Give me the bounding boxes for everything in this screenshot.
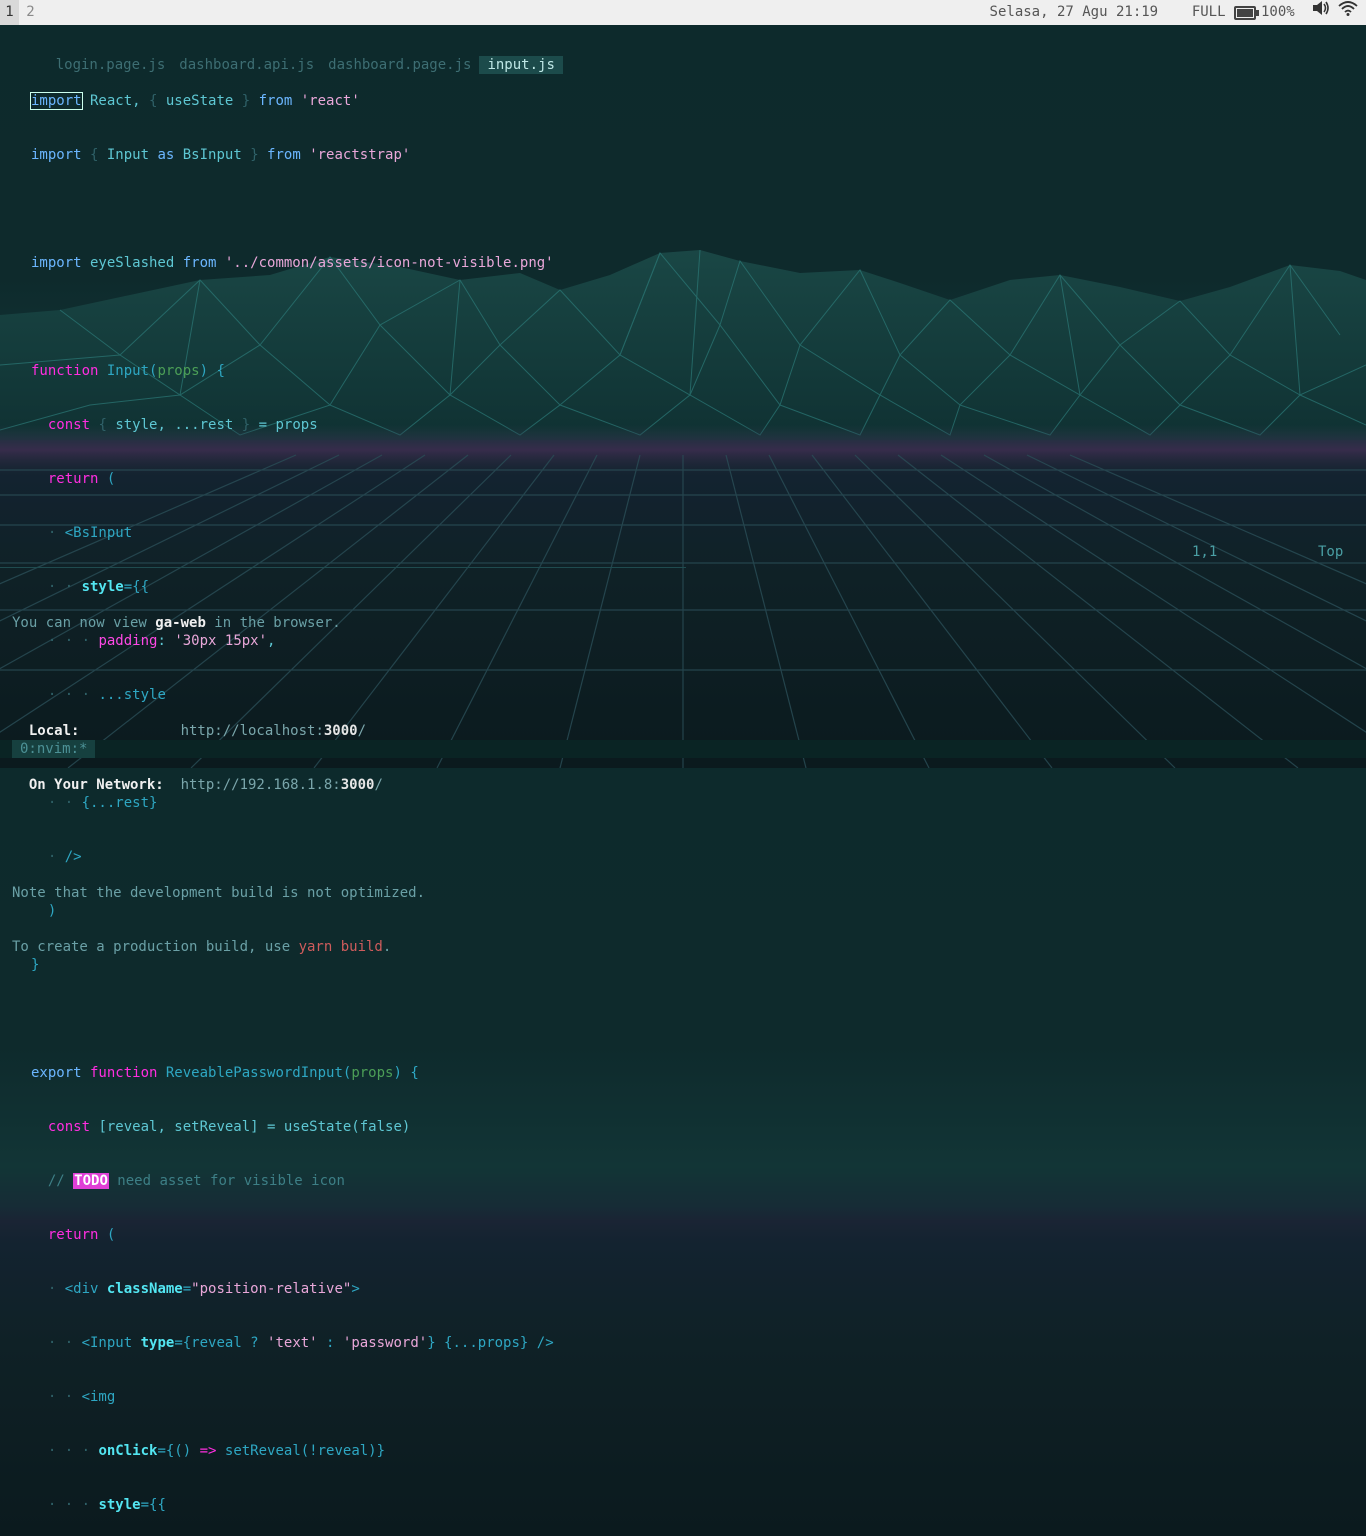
top-status-bar: 1 2 Selasa, 27 Agu 21:19 FULL 100% <box>0 0 1366 25</box>
workspace-1-button[interactable]: 1 <box>0 0 19 25</box>
tmux-window-tab[interactable]: 0:nvim:* <box>12 740 96 758</box>
scroll-position: Top <box>1318 544 1344 560</box>
code-line: const { style, ...rest } = props <box>47 417 318 433</box>
terminal-line: You can now view ga-web in the browser. <box>12 615 341 631</box>
battery-icon <box>1233 5 1259 20</box>
pane-divider <box>0 567 686 568</box>
terminal-line: To create a production build, use yarn b… <box>12 939 392 955</box>
nvim-editor[interactable]: login.page.js dashboard.api.js dashboard.p… <box>0 25 1366 1513</box>
terminal-line: Local: http://localhost:3000/ <box>12 723 367 739</box>
code-line: · · · onClick={() => setReveal(!reveal)} <box>47 1443 386 1459</box>
buffer-tabline: login.page.js dashboard.api.js dashboard.p… <box>22 38 573 74</box>
code-line: function Input(props) { <box>31 363 225 379</box>
tmux-status-bar: 0:nvim:* <box>0 740 1366 758</box>
code-line: · · <Input type={reveal ? 'text' : 'pass… <box>47 1335 554 1351</box>
todo-badge: TODO <box>73 1173 109 1189</box>
code-line: return ( <box>47 1227 116 1243</box>
network-url[interactable]: http://192.168.1.8: <box>181 777 341 793</box>
code-line: export function ReveablePasswordInput(pr… <box>31 1065 419 1081</box>
wifi-icon[interactable] <box>1338 0 1358 25</box>
code-line: import React, { useState } from 'react' <box>30 92 360 110</box>
terminal-pane[interactable]: You can now view ga-web in the browser. … <box>12 578 425 992</box>
cursor-position: 1,1 <box>1192 544 1218 560</box>
code-line: · <div className="position-relative"> <box>47 1281 360 1297</box>
battery-fill <box>1236 8 1253 17</box>
code-line: import { Input as BsInput } from 'reacts… <box>31 147 411 163</box>
code-line: · · <img <box>47 1389 116 1405</box>
status-area: Selasa, 27 Agu 21:19 FULL 100% <box>990 0 1358 25</box>
code-line: const [reveal, setReveal] = useState(fal… <box>47 1119 411 1135</box>
battery-label: 100% <box>1260 4 1295 20</box>
code-line: · · · style={{ <box>47 1497 166 1513</box>
volume-icon[interactable] <box>1312 0 1330 25</box>
terminal-line: On Your Network: http://192.168.1.8:3000… <box>12 777 383 793</box>
datetime-label: Selasa, 27 Agu 21:19 <box>989 4 1159 20</box>
mode-label: FULL <box>1191 4 1226 20</box>
code-line: return ( <box>47 471 116 487</box>
code-line: · <BsInput <box>47 525 133 541</box>
workspace-2-button[interactable]: 2 <box>21 0 40 25</box>
terminal-line: Note that the development build is not o… <box>12 885 426 901</box>
code-line: // TODO need asset for visible icon <box>47 1173 345 1189</box>
code-line: import eyeSlashed from '../common/assets… <box>31 255 554 271</box>
local-url[interactable]: http://localhost: <box>181 723 324 739</box>
